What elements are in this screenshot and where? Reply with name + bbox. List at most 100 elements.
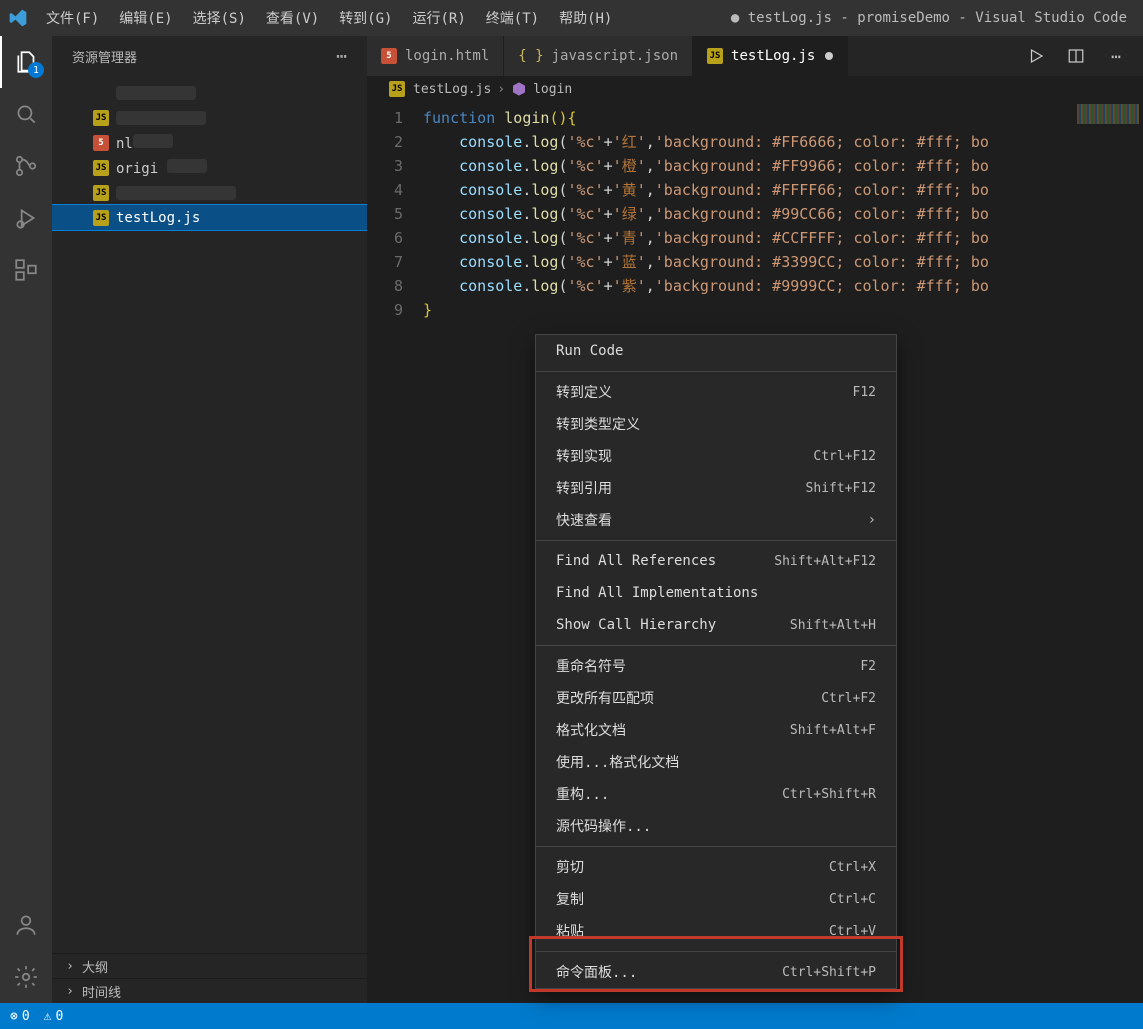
tree-row[interactable]: JS <box>52 105 367 130</box>
file-tree: JS5 nlJSorigi JSJStestLog.js <box>52 76 367 953</box>
tree-label: testLog.js <box>116 210 200 226</box>
context-menu-shortcut: Ctrl+C <box>829 892 876 907</box>
status-warnings-count: 0 <box>55 1009 63 1024</box>
editor-tab[interactable]: { } javascript.json <box>504 36 693 76</box>
context-menu-item[interactable]: 命令面板...Ctrl+Shift+P <box>536 956 896 988</box>
context-menu-item[interactable]: Find All ReferencesShift+Alt+F12 <box>536 545 896 577</box>
context-menu-label: 重命名符号 <box>556 656 860 676</box>
context-menu-item[interactable]: Show Call HierarchyShift+Alt+H <box>536 609 896 641</box>
context-menu-item[interactable]: 重构...Ctrl+Shift+R <box>536 778 896 810</box>
context-menu-item[interactable]: 转到类型定义 <box>536 408 896 440</box>
sidebar-more-icon[interactable]: ⋯ <box>336 46 347 67</box>
outline-label: 大纲 <box>82 957 108 976</box>
context-menu-separator <box>536 371 896 372</box>
tree-row[interactable]: JSorigi <box>52 155 367 180</box>
context-menu-label: 重构... <box>556 784 782 804</box>
explorer-badge: 1 <box>28 62 44 78</box>
menu-item[interactable]: 编辑(E) <box>109 0 182 36</box>
chevron-right-icon: › <box>497 82 505 97</box>
sidebar-header: 资源管理器 ⋯ <box>52 36 367 76</box>
more-icon[interactable]: ⋯ <box>1105 45 1127 67</box>
warning-icon: ⚠ <box>44 1009 52 1024</box>
activity-settings[interactable] <box>0 951 52 1003</box>
context-menu-label: 快速查看 <box>556 510 868 530</box>
editor-tab[interactable]: JStestLog.js <box>693 36 848 76</box>
context-menu-label: 转到引用 <box>556 478 806 498</box>
status-bar: ⊗ 0 ⚠ 0 <box>0 1003 1143 1029</box>
context-menu-item[interactable]: 剪切Ctrl+X <box>536 851 896 883</box>
context-menu-label: Find All References <box>556 553 774 569</box>
outline-section[interactable]: › 大纲 <box>52 953 367 978</box>
context-menu-item[interactable]: 快速查看› <box>536 504 896 536</box>
activity-bar: 1 <box>0 36 52 1003</box>
tab-label: testLog.js <box>731 48 815 64</box>
context-menu-shortcut: F12 <box>853 385 876 400</box>
activity-search[interactable] <box>0 88 52 140</box>
activity-explorer[interactable]: 1 <box>0 36 52 88</box>
sidebar: 资源管理器 ⋯ JS5 nlJSorigi JSJStestLog.js › 大… <box>52 36 367 1003</box>
menu-item[interactable]: 查看(V) <box>256 0 329 36</box>
context-menu-item[interactable]: 转到实现Ctrl+F12 <box>536 440 896 472</box>
window-title: ● testLog.js - promiseDemo - Visual Stud… <box>731 10 1143 26</box>
context-menu-shortcut: Shift+F12 <box>806 481 876 496</box>
context-menu-item[interactable]: 更改所有匹配项Ctrl+F2 <box>536 682 896 714</box>
context-menu-item[interactable]: 转到定义F12 <box>536 376 896 408</box>
context-menu-item[interactable]: 重命名符号F2 <box>536 650 896 682</box>
split-editor-icon[interactable] <box>1065 45 1087 67</box>
menu-item[interactable]: 选择(S) <box>183 0 256 36</box>
activity-debug[interactable] <box>0 192 52 244</box>
context-menu-shortcut: Ctrl+Shift+R <box>782 787 876 802</box>
line-gutter: 123456789 <box>367 102 423 1003</box>
menu-item[interactable]: 终端(T) <box>476 0 549 36</box>
activity-extensions[interactable] <box>0 244 52 296</box>
tree-row[interactable] <box>52 80 367 105</box>
tab-label: javascript.json <box>552 48 678 64</box>
editor-actions: ⋯ <box>1025 45 1143 67</box>
status-warnings[interactable]: ⚠ 0 <box>44 1009 64 1024</box>
sidebar-title: 资源管理器 <box>72 47 137 66</box>
breadcrumb[interactable]: JS testLog.js › login <box>367 76 1143 102</box>
menu-item[interactable]: 运行(R) <box>402 0 475 36</box>
run-icon[interactable] <box>1025 45 1047 67</box>
activity-account[interactable] <box>0 899 52 951</box>
tab-label: login.html <box>405 48 489 64</box>
tree-label-redacted <box>116 111 206 125</box>
chevron-right-icon: › <box>62 959 78 974</box>
tree-label-redacted <box>116 186 236 200</box>
context-menu-item[interactable]: 使用...格式化文档 <box>536 746 896 778</box>
chevron-right-icon: › <box>868 512 876 528</box>
menu-item[interactable]: 转到(G) <box>329 0 402 36</box>
editor-tab[interactable]: 5 login.html <box>367 36 504 76</box>
tree-label: origi <box>116 159 207 177</box>
tree-row[interactable]: JStestLog.js <box>52 205 367 230</box>
context-menu-item[interactable]: Run Code <box>536 335 896 367</box>
context-menu-label: 更改所有匹配项 <box>556 688 821 708</box>
context-menu-shortcut: Shift+Alt+F12 <box>774 554 876 569</box>
tree-label-redacted <box>116 86 196 100</box>
context-menu-item[interactable]: 源代码操作... <box>536 810 896 842</box>
dirty-indicator-icon <box>825 52 833 60</box>
breadcrumb-symbol: login <box>533 82 572 97</box>
timeline-label: 时间线 <box>82 982 121 1001</box>
minimap[interactable] <box>1077 104 1139 124</box>
context-menu-separator <box>536 951 896 952</box>
status-errors[interactable]: ⊗ 0 <box>10 1009 30 1024</box>
editor-tabs: 5 login.html { } javascript.json JStestLog.j… <box>367 36 1143 76</box>
context-menu-item[interactable]: 转到引用Shift+F12 <box>536 472 896 504</box>
context-menu-item[interactable]: 复制Ctrl+C <box>536 883 896 915</box>
activity-scm[interactable] <box>0 140 52 192</box>
menu-item[interactable]: 帮助(H) <box>549 0 622 36</box>
json-file-icon: { } <box>518 48 543 64</box>
tree-row[interactable]: JS <box>52 180 367 205</box>
timeline-section[interactable]: › 时间线 <box>52 978 367 1003</box>
js-file-icon: JS <box>389 81 405 97</box>
context-menu-item[interactable]: 粘贴Ctrl+V <box>536 915 896 947</box>
tree-row[interactable]: 5 nl <box>52 130 367 155</box>
context-menu-item[interactable]: 格式化文档Shift+Alt+F <box>536 714 896 746</box>
context-menu-shortcut: F2 <box>860 659 876 674</box>
context-menu-item[interactable]: Find All Implementations <box>536 577 896 609</box>
context-menu-label: 粘贴 <box>556 921 829 941</box>
context-menu-label: 源代码操作... <box>556 816 876 836</box>
html-file-icon: 5 <box>381 48 397 64</box>
menu-item[interactable]: 文件(F) <box>36 0 109 36</box>
